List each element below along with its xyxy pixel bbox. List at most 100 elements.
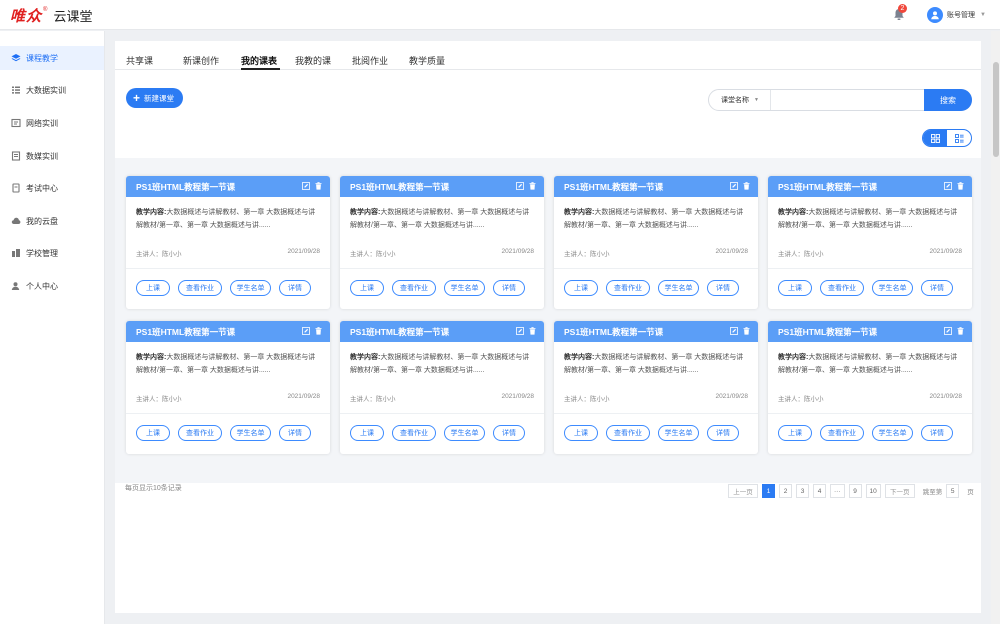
course-card-grid: PS1班HTML教程第一节课 教学内容:大数据概述与讲解教材、第一章 大数据概述… — [115, 158, 981, 483]
view-homework-button[interactable]: 查看作业 — [820, 280, 864, 296]
search-button[interactable]: 搜索 — [924, 89, 972, 111]
student-list-button[interactable]: 学生名单 — [230, 425, 271, 441]
view-homework-button[interactable]: 查看作业 — [820, 425, 864, 441]
details-button[interactable]: 详情 — [493, 280, 525, 296]
student-list-button[interactable]: 学生名单 — [444, 280, 485, 296]
view-homework-button[interactable]: 查看作业 — [606, 425, 650, 441]
building-icon — [11, 248, 21, 258]
tab-new-course-creation[interactable]: 新课创作 — [183, 54, 219, 67]
card-actions: 上课 查看作业 学生名单 详情 — [136, 280, 311, 296]
edit-icon[interactable] — [516, 327, 524, 335]
edit-icon[interactable] — [302, 327, 310, 335]
divider — [768, 268, 972, 269]
page-button-10[interactable]: 10 — [865, 484, 881, 498]
sidebar-item-cloud-drive[interactable]: 我的云盘 — [0, 209, 104, 233]
details-button[interactable]: 详情 — [707, 280, 739, 296]
view-homework-button[interactable]: 查看作业 — [392, 425, 436, 441]
course-card[interactable]: PS1班HTML教程第一节课 教学内容:大数据概述与讲解教材、第一章 大数据概述… — [340, 176, 544, 309]
sidebar-item-personal-center[interactable]: 个人中心 — [0, 274, 104, 298]
student-list-button[interactable]: 学生名单 — [444, 425, 485, 441]
course-card[interactable]: PS1班HTML教程第一节课 教学内容:大数据概述与讲解教材、第一章 大数据概述… — [554, 321, 758, 454]
student-list-button[interactable]: 学生名单 — [872, 280, 913, 296]
grid-view-button[interactable] — [923, 130, 947, 146]
delete-icon[interactable] — [315, 327, 322, 335]
start-class-button[interactable]: 上课 — [564, 425, 598, 441]
page-button-1[interactable]: 1 — [762, 484, 775, 498]
delete-icon[interactable] — [957, 182, 964, 190]
details-button[interactable]: 详情 — [707, 425, 739, 441]
tab-grade-homework[interactable]: 批阅作业 — [352, 54, 388, 67]
start-class-button[interactable]: 上课 — [564, 280, 598, 296]
list-view-button[interactable] — [947, 130, 971, 146]
page-button-3[interactable]: 3 — [796, 484, 809, 498]
edit-icon[interactable] — [516, 182, 524, 190]
course-card[interactable]: PS1班HTML教程第一节课 教学内容:大数据概述与讲解教材、第一章 大数据概述… — [340, 321, 544, 454]
sidebar: 课程教学 大数据实训 网络实训 数媒实训 考试中心 我的云盘 学校管理 个人中心 — [0, 31, 105, 624]
student-list-button[interactable]: 学生名单 — [872, 425, 913, 441]
tab-my-taught-courses[interactable]: 我教的课 — [295, 54, 331, 67]
edit-icon[interactable] — [730, 182, 738, 190]
records-per-page: 每页显示10条记录 — [125, 485, 182, 492]
delete-icon[interactable] — [957, 327, 964, 335]
sidebar-item-network-training[interactable]: 网络实训 — [0, 111, 104, 135]
start-class-button[interactable]: 上课 — [350, 425, 384, 441]
app-logo[interactable]: 唯众 ® 云课堂 — [10, 5, 92, 25]
tab-shared-courses[interactable]: 共享课 — [126, 54, 153, 67]
details-button[interactable]: 详情 — [493, 425, 525, 441]
sidebar-item-exam-center[interactable]: 考试中心 — [0, 176, 104, 200]
view-homework-button[interactable]: 查看作业 — [178, 425, 222, 441]
details-button[interactable]: 详情 — [279, 280, 311, 296]
account-menu[interactable]: 账号管理 ▼ — [927, 6, 986, 24]
start-class-button[interactable]: 上课 — [778, 280, 812, 296]
course-card[interactable]: PS1班HTML教程第一节课 教学内容:大数据概述与讲解教材、第一章 大数据概述… — [554, 176, 758, 309]
next-page-button[interactable]: 下一页 — [884, 484, 915, 498]
student-list-button[interactable]: 学生名单 — [658, 425, 699, 441]
tab-teaching-quality[interactable]: 教学质量 — [409, 54, 445, 67]
view-homework-button[interactable]: 查看作业 — [392, 280, 436, 296]
logo-mark: 唯众 — [10, 6, 43, 25]
sidebar-item-course-teaching[interactable]: 课程教学 — [0, 46, 104, 70]
details-button[interactable]: 详情 — [921, 425, 953, 441]
start-class-button[interactable]: 上课 — [350, 280, 384, 296]
start-class-button[interactable]: 上课 — [136, 280, 170, 296]
page-button-2[interactable]: 2 — [779, 484, 792, 498]
sidebar-item-school-management[interactable]: 学校管理 — [0, 241, 104, 265]
page-ellipsis[interactable]: ··· — [830, 484, 845, 498]
view-homework-button[interactable]: 查看作业 — [178, 280, 222, 296]
sidebar-item-bigdata-training[interactable]: 大数据实训 — [0, 78, 104, 102]
course-card[interactable]: PS1班HTML教程第一节课 教学内容:大数据概述与讲解教材、第一章 大数据概述… — [126, 176, 330, 309]
details-button[interactable]: 详情 — [279, 425, 311, 441]
course-card[interactable]: PS1班HTML教程第一节课 教学内容:大数据概述与讲解教材、第一章 大数据概述… — [768, 321, 972, 454]
delete-icon[interactable] — [529, 182, 536, 190]
sidebar-item-media-training[interactable]: 数媒实训 — [0, 144, 104, 168]
lecturer: 主讲人：陈小小 — [778, 396, 824, 403]
cloud-icon — [11, 216, 21, 226]
student-list-button[interactable]: 学生名单 — [230, 280, 271, 296]
tab-my-schedule[interactable]: 我的课表 — [241, 54, 277, 67]
edit-icon[interactable] — [944, 327, 952, 335]
new-classroom-button[interactable]: + 新建课堂 — [126, 88, 183, 108]
page-button-4[interactable]: 4 — [813, 484, 826, 498]
delete-icon[interactable] — [315, 182, 322, 190]
delete-icon[interactable] — [743, 327, 750, 335]
course-card[interactable]: PS1班HTML教程第一节课 教学内容:大数据概述与讲解教材、第一章 大数据概述… — [768, 176, 972, 309]
sidebar-item-label: 数媒实训 — [26, 151, 58, 161]
delete-icon[interactable] — [529, 327, 536, 335]
search-input[interactable] — [771, 90, 921, 110]
start-class-button[interactable]: 上课 — [778, 425, 812, 441]
edit-icon[interactable] — [730, 327, 738, 335]
page-button-9[interactable]: 9 — [848, 484, 862, 498]
details-button[interactable]: 详情 — [921, 280, 953, 296]
jump-page-input[interactable]: 5 — [946, 484, 960, 498]
student-list-button[interactable]: 学生名单 — [658, 280, 699, 296]
edit-icon[interactable] — [302, 182, 310, 190]
prev-page-button[interactable]: 上一页 — [728, 484, 758, 498]
search-field-select[interactable]: 课堂名称 ▼ — [709, 90, 771, 110]
edit-icon[interactable] — [944, 182, 952, 190]
course-card[interactable]: PS1班HTML教程第一节课 教学内容:大数据概述与讲解教材、第一章 大数据概述… — [126, 321, 330, 454]
view-homework-button[interactable]: 查看作业 — [606, 280, 650, 296]
start-class-button[interactable]: 上课 — [136, 425, 170, 441]
page-scrollbar-thumb[interactable] — [993, 62, 999, 157]
delete-icon[interactable] — [743, 182, 750, 190]
user-icon — [931, 11, 939, 20]
